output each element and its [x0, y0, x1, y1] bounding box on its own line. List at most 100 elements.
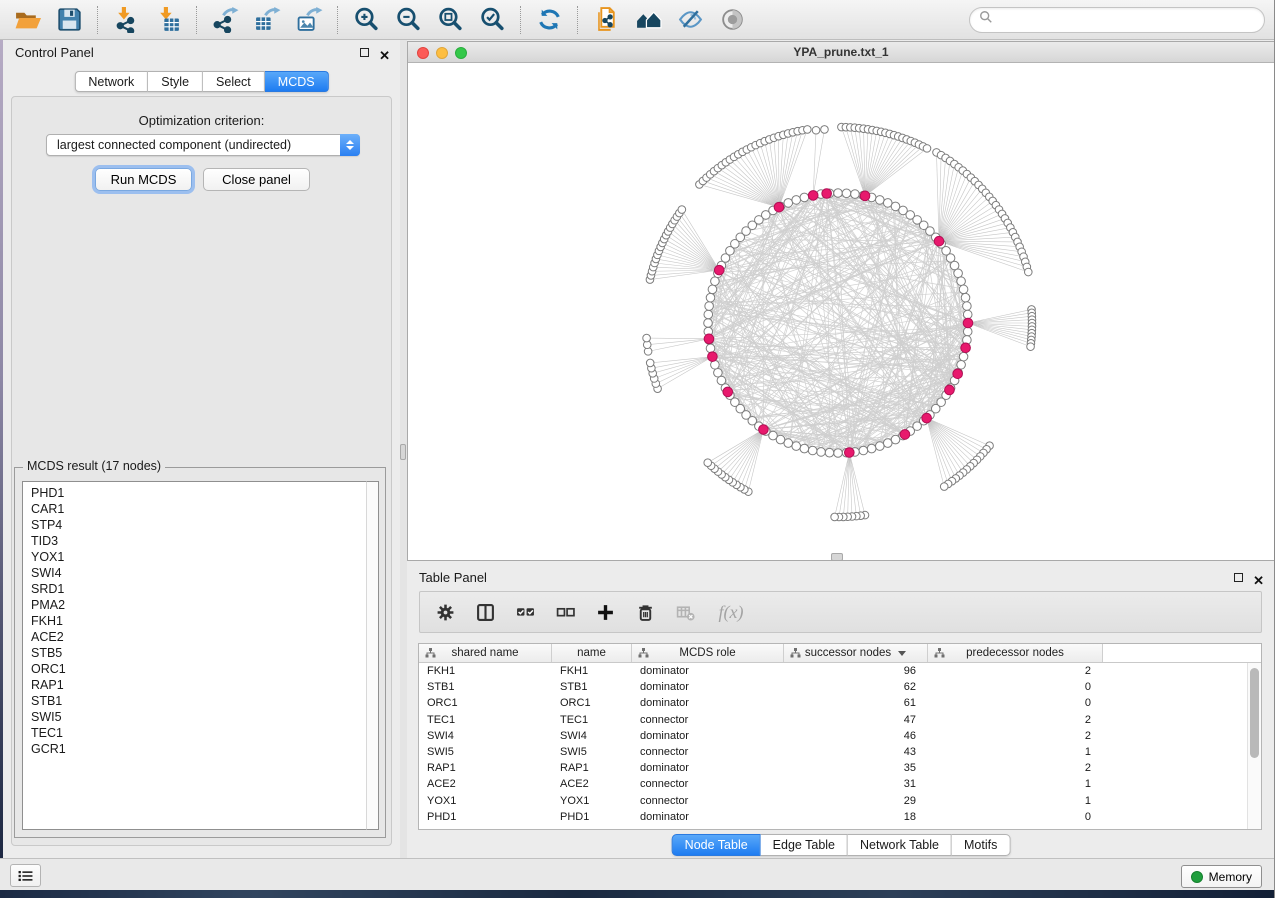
- table-row[interactable]: RAP1RAP1dominator352: [419, 760, 1247, 776]
- cell[interactable]: 46: [784, 728, 928, 744]
- tab-network[interactable]: Network: [74, 71, 148, 92]
- zoom-out-button[interactable]: [391, 4, 425, 36]
- cell[interactable]: 18: [784, 809, 928, 825]
- share-document-button[interactable]: [589, 4, 623, 36]
- cell[interactable]: connector: [632, 776, 784, 792]
- mcds-result-item[interactable]: TEC1: [23, 725, 366, 741]
- cell[interactable]: 96: [784, 663, 928, 679]
- cell[interactable]: ACE2: [419, 776, 552, 792]
- cell[interactable]: YOX1: [552, 793, 632, 809]
- column-header-MCDS-role[interactable]: MCDS role: [632, 644, 784, 662]
- cell[interactable]: RAP1: [419, 760, 552, 776]
- mcds-result-item[interactable]: PMA2: [23, 597, 366, 613]
- close-panel-icon[interactable]: [379, 43, 390, 69]
- divider-grip[interactable]: [400, 444, 406, 460]
- cell[interactable]: FKH1: [552, 663, 632, 679]
- cell[interactable]: 43: [784, 744, 928, 760]
- tab-node-table[interactable]: Node Table: [672, 834, 761, 856]
- cell[interactable]: 61: [784, 695, 928, 711]
- cell[interactable]: FKH1: [419, 663, 552, 679]
- mcds-result-item[interactable]: STB5: [23, 645, 366, 661]
- cell[interactable]: dominator: [632, 695, 784, 711]
- cell[interactable]: dominator: [632, 809, 784, 825]
- table-scrollbar-thumb[interactable]: [1250, 668, 1259, 758]
- cell[interactable]: 62: [784, 679, 928, 695]
- table-scrollbar[interactable]: [1247, 663, 1261, 829]
- mcds-result-item[interactable]: SWI4: [23, 565, 366, 581]
- column-header-successor-nodes[interactable]: successor nodes: [784, 644, 928, 662]
- cell[interactable]: connector: [632, 712, 784, 728]
- cell[interactable]: SWI4: [552, 728, 632, 744]
- export-table-button[interactable]: [250, 4, 284, 36]
- delete-column-button[interactable]: [634, 599, 656, 625]
- table-row[interactable]: ORC1ORC1dominator610: [419, 695, 1247, 711]
- column-header-shared-name[interactable]: shared name: [419, 644, 552, 662]
- cell[interactable]: 2: [928, 663, 1103, 679]
- cell[interactable]: 0: [928, 809, 1103, 825]
- table-row[interactable]: SWI4SWI4dominator462: [419, 728, 1247, 744]
- mcds-result-item[interactable]: PHD1: [23, 485, 366, 501]
- cell[interactable]: YOX1: [419, 793, 552, 809]
- cell[interactable]: 31: [784, 776, 928, 792]
- cell[interactable]: SWI4: [419, 728, 552, 744]
- cell[interactable]: ORC1: [552, 695, 632, 711]
- column-header-name[interactable]: name: [552, 644, 632, 662]
- cell[interactable]: PHD1: [552, 809, 632, 825]
- mcds-result-item[interactable]: SWI5: [23, 709, 366, 725]
- cell[interactable]: dominator: [632, 679, 784, 695]
- zoom-fit-button[interactable]: [433, 4, 467, 36]
- panel-divider[interactable]: [400, 40, 407, 858]
- cell[interactable]: RAP1: [552, 760, 632, 776]
- tab-select[interactable]: Select: [203, 71, 265, 92]
- table-row[interactable]: SWI5SWI5connector431: [419, 744, 1247, 760]
- tab-edge-table[interactable]: Edge Table: [761, 834, 848, 856]
- cell[interactable]: dominator: [632, 663, 784, 679]
- mcds-result-item[interactable]: TID3: [23, 533, 366, 549]
- search-input[interactable]: [998, 12, 1255, 28]
- mcds-result-item[interactable]: YOX1: [23, 549, 366, 565]
- cell[interactable]: 1: [928, 744, 1103, 760]
- cell[interactable]: SWI5: [419, 744, 552, 760]
- table-row[interactable]: PHD1PHD1dominator180: [419, 809, 1247, 825]
- cell[interactable]: PHD1: [419, 809, 552, 825]
- result-scrollbar[interactable]: [366, 481, 379, 830]
- cell[interactable]: STB1: [419, 679, 552, 695]
- cell[interactable]: 1: [928, 776, 1103, 792]
- cell[interactable]: dominator: [632, 760, 784, 776]
- cell[interactable]: connector: [632, 744, 784, 760]
- split-grip[interactable]: [831, 553, 843, 561]
- cell[interactable]: STB1: [552, 679, 632, 695]
- mcds-result-item[interactable]: SRD1: [23, 581, 366, 597]
- cell[interactable]: 47: [784, 712, 928, 728]
- save-session-button[interactable]: [52, 4, 86, 36]
- table-row[interactable]: YOX1YOX1connector291: [419, 793, 1247, 809]
- close-panel-button[interactable]: Close panel: [203, 168, 310, 191]
- table-row[interactable]: STB1STB1dominator620: [419, 679, 1247, 695]
- open-file-button[interactable]: [10, 4, 44, 36]
- table-row[interactable]: ACE2ACE2connector311: [419, 776, 1247, 792]
- select-all-button[interactable]: [514, 599, 536, 625]
- mcds-result-item[interactable]: GCR1: [23, 741, 366, 757]
- export-image-button[interactable]: [292, 4, 326, 36]
- mcds-result-item[interactable]: ORC1: [23, 661, 366, 677]
- show-panels-button[interactable]: [10, 864, 41, 887]
- cell[interactable]: 0: [928, 695, 1103, 711]
- close-window-icon[interactable]: [417, 47, 429, 59]
- mcds-result-item[interactable]: STB1: [23, 693, 366, 709]
- tab-style[interactable]: Style: [148, 71, 203, 92]
- table-row[interactable]: TEC1TEC1connector472: [419, 712, 1247, 728]
- mcds-result-item[interactable]: STP4: [23, 517, 366, 533]
- network-canvas[interactable]: [408, 63, 1274, 560]
- memory-button[interactable]: Memory: [1181, 865, 1262, 888]
- mcds-result-item[interactable]: RAP1: [23, 677, 366, 693]
- zoom-in-button[interactable]: [349, 4, 383, 36]
- mcds-result-item[interactable]: FKH1: [23, 613, 366, 629]
- show-columns-button[interactable]: [474, 599, 496, 625]
- zoom-selected-button[interactable]: [475, 4, 509, 36]
- cell[interactable]: 1: [928, 793, 1103, 809]
- float-table-panel-icon[interactable]: [1234, 573, 1243, 582]
- cell[interactable]: 0: [928, 679, 1103, 695]
- cell[interactable]: 2: [928, 712, 1103, 728]
- criterion-select[interactable]: largest connected component (undirected): [46, 134, 360, 156]
- run-mcds-button[interactable]: Run MCDS: [95, 168, 192, 191]
